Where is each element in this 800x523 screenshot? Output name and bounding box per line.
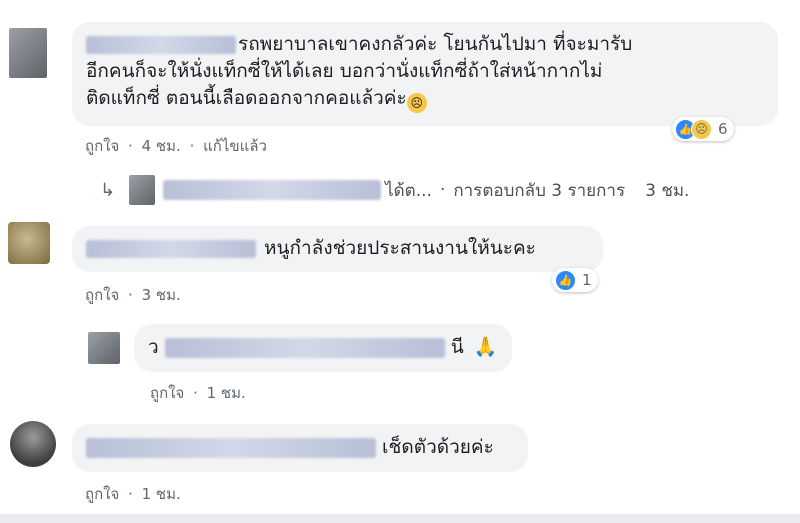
avatar [129,175,156,205]
avatar[interactable] [10,421,56,467]
pray-emoji: 🙏 [473,336,498,358]
like-link[interactable]: ถูกใจ [150,384,184,402]
commenter-name-blurred[interactable] [86,239,256,258]
reply-bubble: ว นี 🙏 [134,324,512,372]
comment-text: รถพยาบาลเขาคงกลัวค่ะ โยนกันไปมา ที่จะมาร… [238,33,633,55]
comment-text: หนูกำลังช่วยประสานงานให้นะคะ [264,237,536,259]
avatar[interactable] [9,28,47,78]
comment-text: เช็ดตัวด้วยค่ะ [382,436,494,458]
commenter-name-blurred[interactable] [86,437,376,458]
reply-name-initial[interactable]: ว [148,336,159,358]
comment-meta: ถูกใจ · 1 ชม. [85,485,181,503]
reaction-count: 1 [582,271,592,289]
like-link[interactable]: ถูกใจ [85,137,119,155]
reply-time: 3 ชม. [645,180,690,201]
comment-bubble: เช็ดตัวด้วยค่ะ [72,424,528,472]
like-link[interactable]: ถูกใจ [85,286,119,304]
replier-name-blurred[interactable] [164,337,445,358]
comment-meta: ถูกใจ · 4 ชม. · แก้ไขแล้ว [85,137,267,155]
comment-meta: ถูกใจ · 3 ชม. [85,286,181,304]
reaction-summary[interactable]: 👍 ☹ 6 [672,117,734,141]
sad-icon: ☹ [691,118,712,140]
reply-arrow-icon: ↳ [100,179,116,201]
avatar[interactable] [88,332,120,364]
reply-text: นี [450,336,464,358]
reaction-count: 6 [718,120,728,138]
reaction-summary[interactable]: 👍 1 [552,268,598,292]
avatar[interactable] [8,222,50,264]
view-replies-row[interactable]: ↳ ได้ต... · การตอบกลับ 3 รายการ 3 ชม. [100,175,689,205]
commenter-name-blurred[interactable] [86,35,236,54]
comment-text-line2: อีกคนก็จะให้นั่งแท็กซี่ให้ได้เลย บอกว่าน… [86,60,603,82]
like-link[interactable]: ถูกใจ [85,485,119,503]
sad-emoji: ☹ [406,93,427,113]
comment-text-line3: ติดแท็กซี่ ตอนนี้เลือดออกจากคอแล้วค่ะ [86,87,407,109]
reply-preview: ได้ต... [385,180,432,201]
replier-name-blurred [163,180,382,200]
timestamp[interactable]: 4 ชม. [142,137,181,155]
reply-meta: ถูกใจ · 1 ชม. [150,384,246,402]
like-icon: 👍 [555,269,576,291]
timestamp[interactable]: 1 ชม. [142,485,181,503]
bottom-divider [0,514,800,523]
comment-bubble: หนูกำลังช่วยประสานงานให้นะคะ [72,226,603,272]
replies-count-link[interactable]: การตอบกลับ 3 รายการ [453,177,625,204]
timestamp[interactable]: 1 ชม. [207,384,246,402]
timestamp[interactable]: 3 ชม. [142,286,181,304]
comment-bubble: รถพยาบาลเขาคงกลัวค่ะ โยนกันไปมา ที่จะมาร… [72,22,778,126]
edited-label[interactable]: แก้ไขแล้ว [203,137,267,155]
